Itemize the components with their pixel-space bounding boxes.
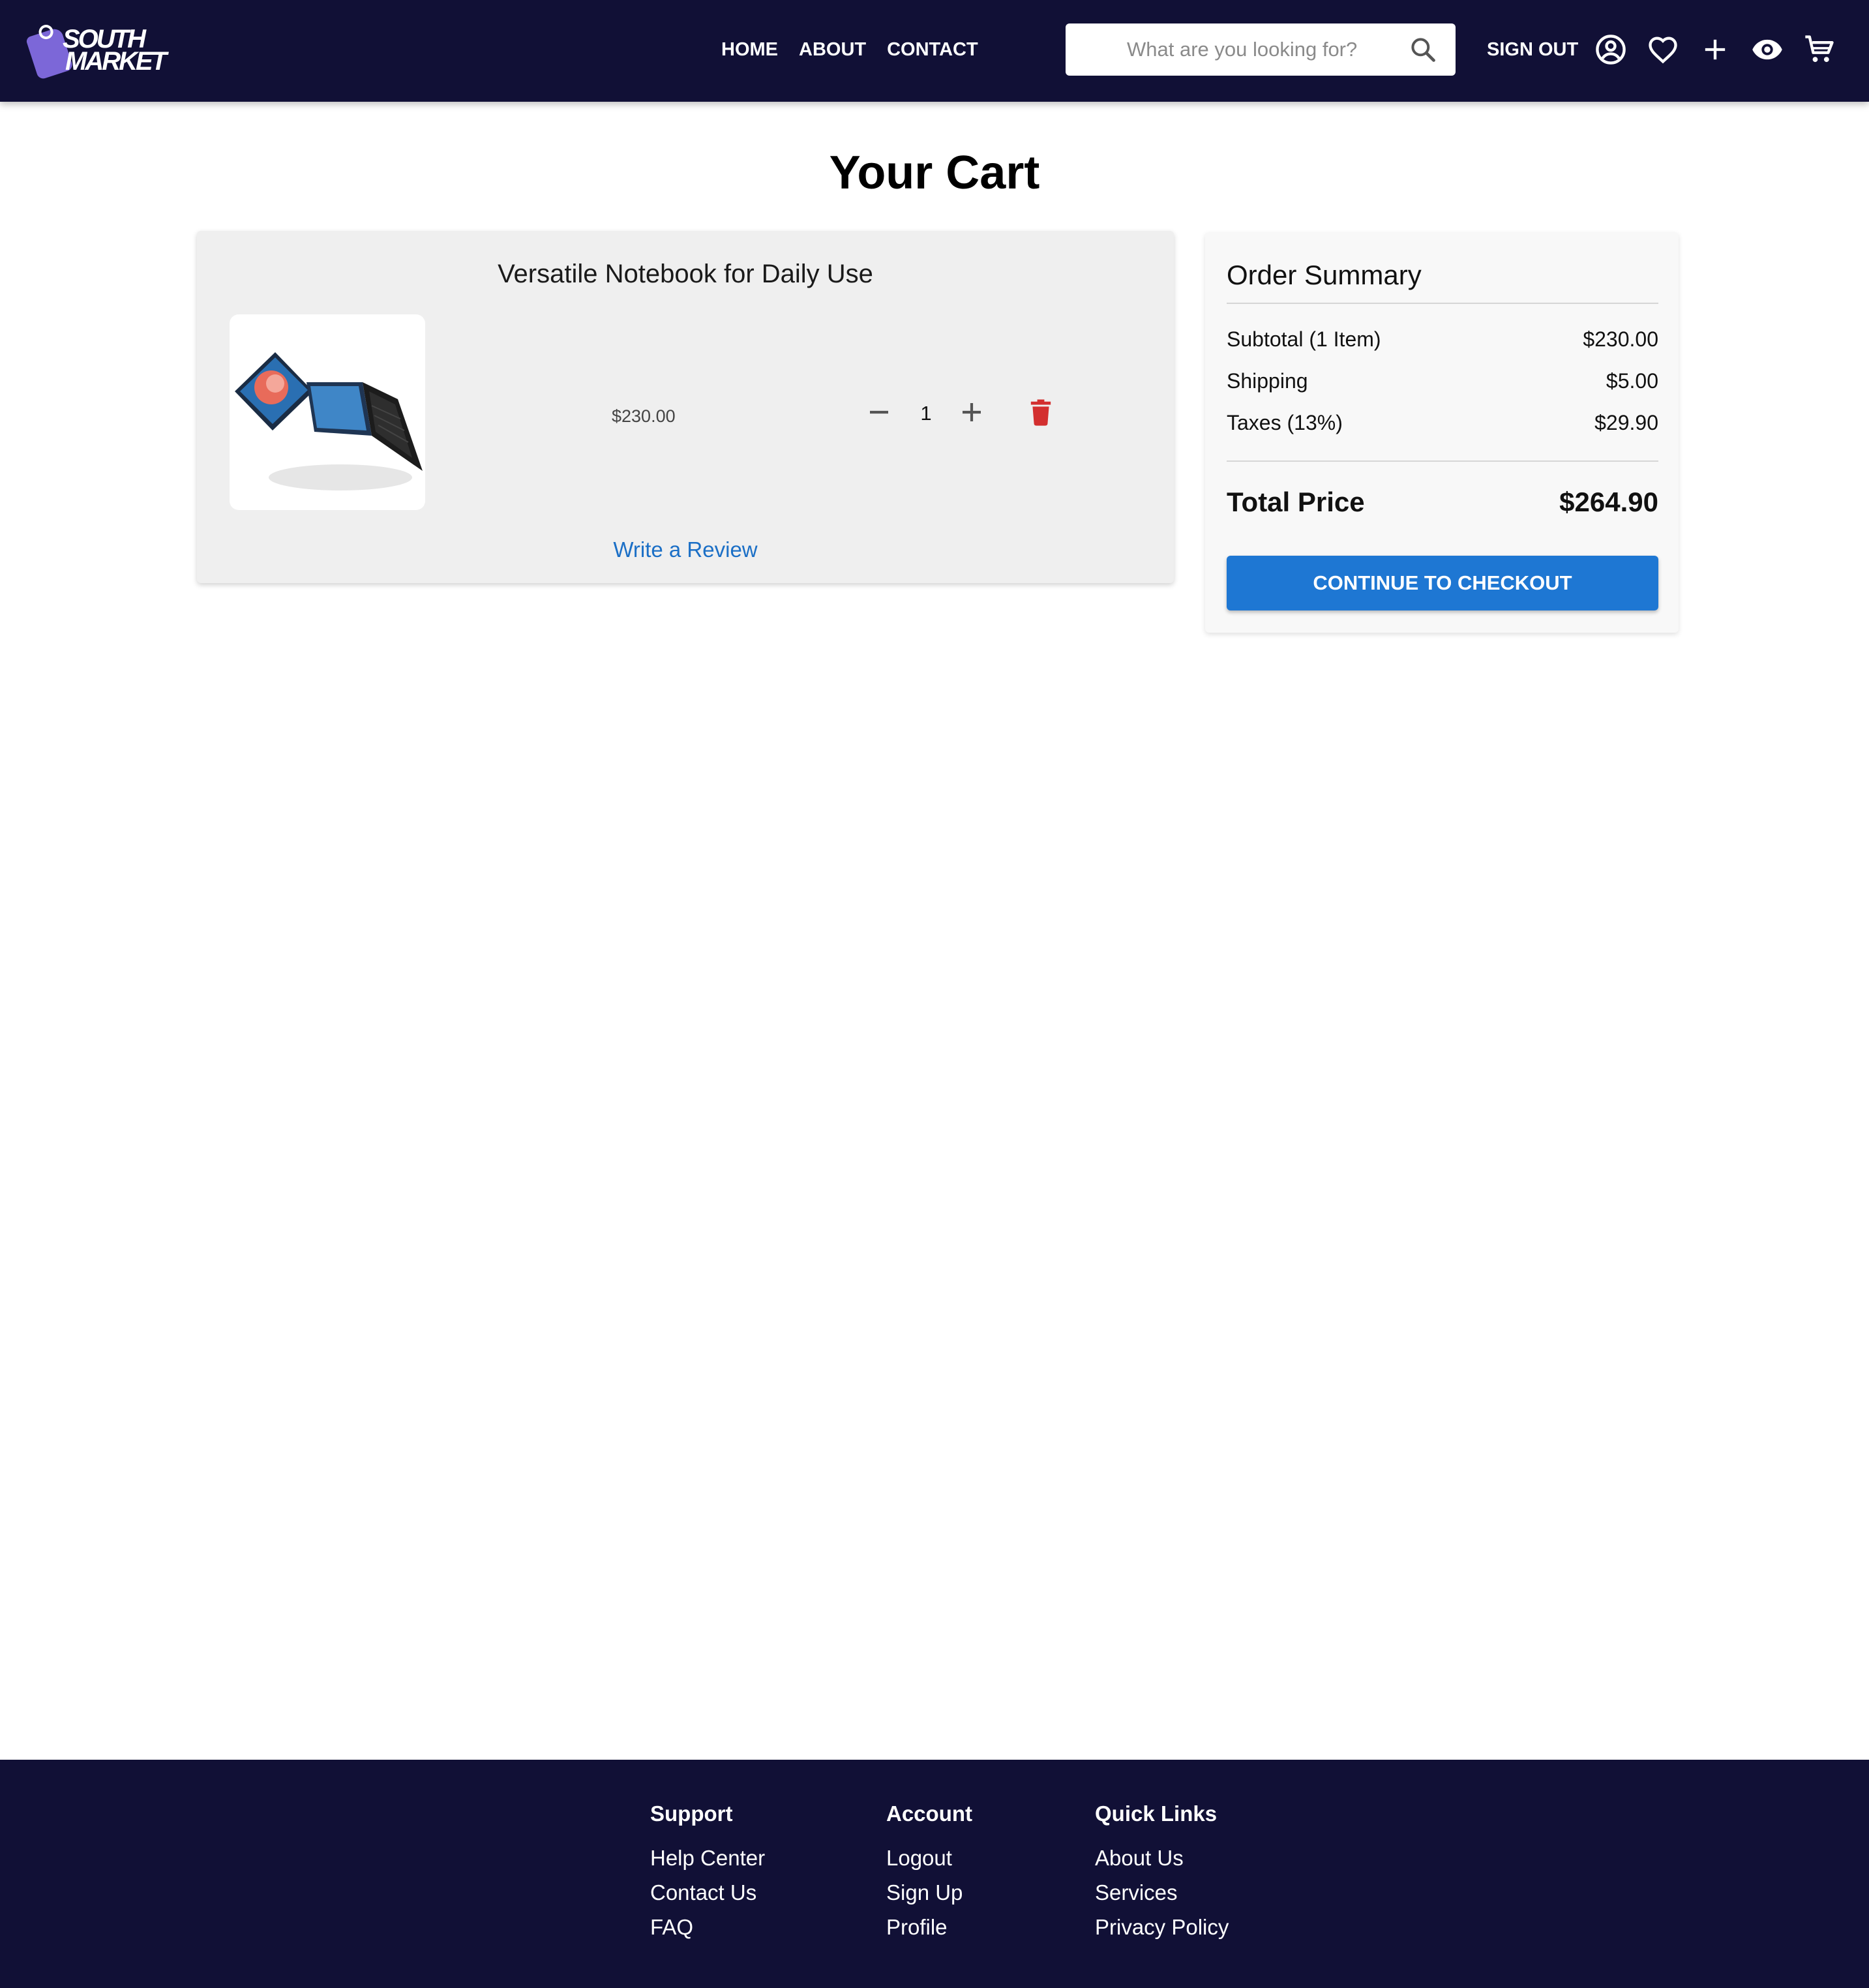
- subtotal-label: Subtotal (1 Item): [1227, 327, 1381, 351]
- page-title: Your Cart: [829, 147, 1040, 199]
- summary-divider: [1227, 460, 1658, 462]
- write-review-link[interactable]: Write a Review: [197, 534, 1174, 566]
- product-image[interactable]: [230, 314, 425, 510]
- site-footer: Support Help Center Contact Us FAQ Accou…: [0, 1760, 1869, 1988]
- search-input[interactable]: [1066, 23, 1418, 76]
- footer-link-contact-us[interactable]: Contact Us: [650, 1875, 765, 1910]
- decrease-quantity-button[interactable]: [861, 394, 897, 430]
- footer-link-help-center[interactable]: Help Center: [650, 1841, 765, 1875]
- footer-heading: Support: [650, 1801, 733, 1826]
- total-label: Total Price: [1227, 487, 1365, 517]
- delete-item-button[interactable]: [1024, 395, 1058, 429]
- footer-heading: Account: [886, 1801, 972, 1826]
- summary-divider: [1227, 303, 1658, 304]
- subtotal-row: Subtotal (1 Item) $230.00: [1227, 325, 1658, 354]
- subtotal-value: $230.00: [1583, 327, 1658, 351]
- search-bar: [1066, 23, 1456, 76]
- plus-icon: [963, 403, 981, 421]
- cart-item-card: Versatile Notebook for Daily Use $230.00…: [197, 231, 1174, 583]
- footer-column-account: Account Logout Sign Up Profile: [886, 1798, 972, 1944]
- heart-icon[interactable]: [1646, 33, 1680, 67]
- quantity-value: 1: [920, 402, 932, 425]
- footer-link-about-us[interactable]: About Us: [1095, 1841, 1229, 1875]
- logo-line-2: MARKET: [65, 47, 167, 76]
- trash-icon: [1030, 399, 1051, 426]
- nav-home[interactable]: HOME: [721, 37, 778, 63]
- footer-link-profile[interactable]: Profile: [886, 1910, 972, 1944]
- search-icon[interactable]: [1409, 35, 1437, 64]
- eye-icon[interactable]: [1750, 33, 1784, 67]
- main-nav: HOME ABOUT CONTACT: [721, 37, 978, 63]
- footer-column-quick-links: Quick Links About Us Services Privacy Po…: [1095, 1798, 1229, 1944]
- footer-link-sign-up[interactable]: Sign Up: [886, 1875, 972, 1910]
- account-circle-icon[interactable]: [1594, 33, 1628, 67]
- item-price: $230.00: [612, 406, 676, 426]
- taxes-row: Taxes (13%) $29.90: [1227, 408, 1658, 437]
- total-row: Total Price $264.90: [1227, 483, 1658, 522]
- total-value: $264.90: [1559, 487, 1658, 517]
- minus-icon: [870, 410, 888, 414]
- cart-icon[interactable]: [1802, 33, 1836, 67]
- nav-about[interactable]: ABOUT: [799, 37, 866, 63]
- shipping-row: Shipping $5.00: [1227, 367, 1658, 395]
- footer-link-privacy-policy[interactable]: Privacy Policy: [1095, 1910, 1229, 1944]
- footer-heading: Quick Links: [1095, 1801, 1218, 1826]
- shipping-label: Shipping: [1227, 369, 1308, 393]
- footer-column-support: Support Help Center Contact Us FAQ: [650, 1798, 765, 1944]
- footer-link-logout[interactable]: Logout: [886, 1841, 972, 1875]
- plus-icon[interactable]: [1698, 33, 1732, 67]
- site-header: SOUTH MARKET HOME ABOUT CONTACT SIGN OUT: [0, 0, 1869, 102]
- order-summary: Order Summary Subtotal (1 Item) $230.00 …: [1205, 232, 1679, 633]
- taxes-value: $29.90: [1594, 411, 1658, 434]
- product-title[interactable]: Versatile Notebook for Daily Use: [197, 254, 1174, 294]
- order-summary-title: Order Summary: [1227, 260, 1422, 290]
- sign-out-link[interactable]: SIGN OUT: [1487, 37, 1578, 63]
- footer-link-services[interactable]: Services: [1095, 1875, 1229, 1910]
- shipping-value: $5.00: [1606, 369, 1658, 393]
- continue-to-checkout-button[interactable]: CONTINUE TO CHECKOUT: [1227, 556, 1658, 610]
- increase-quantity-button[interactable]: [953, 394, 990, 430]
- taxes-label: Taxes (13%): [1227, 411, 1343, 434]
- footer-link-faq[interactable]: FAQ: [650, 1910, 765, 1944]
- nav-contact[interactable]: CONTACT: [887, 37, 978, 63]
- south-market-logo[interactable]: SOUTH MARKET: [25, 20, 167, 80]
